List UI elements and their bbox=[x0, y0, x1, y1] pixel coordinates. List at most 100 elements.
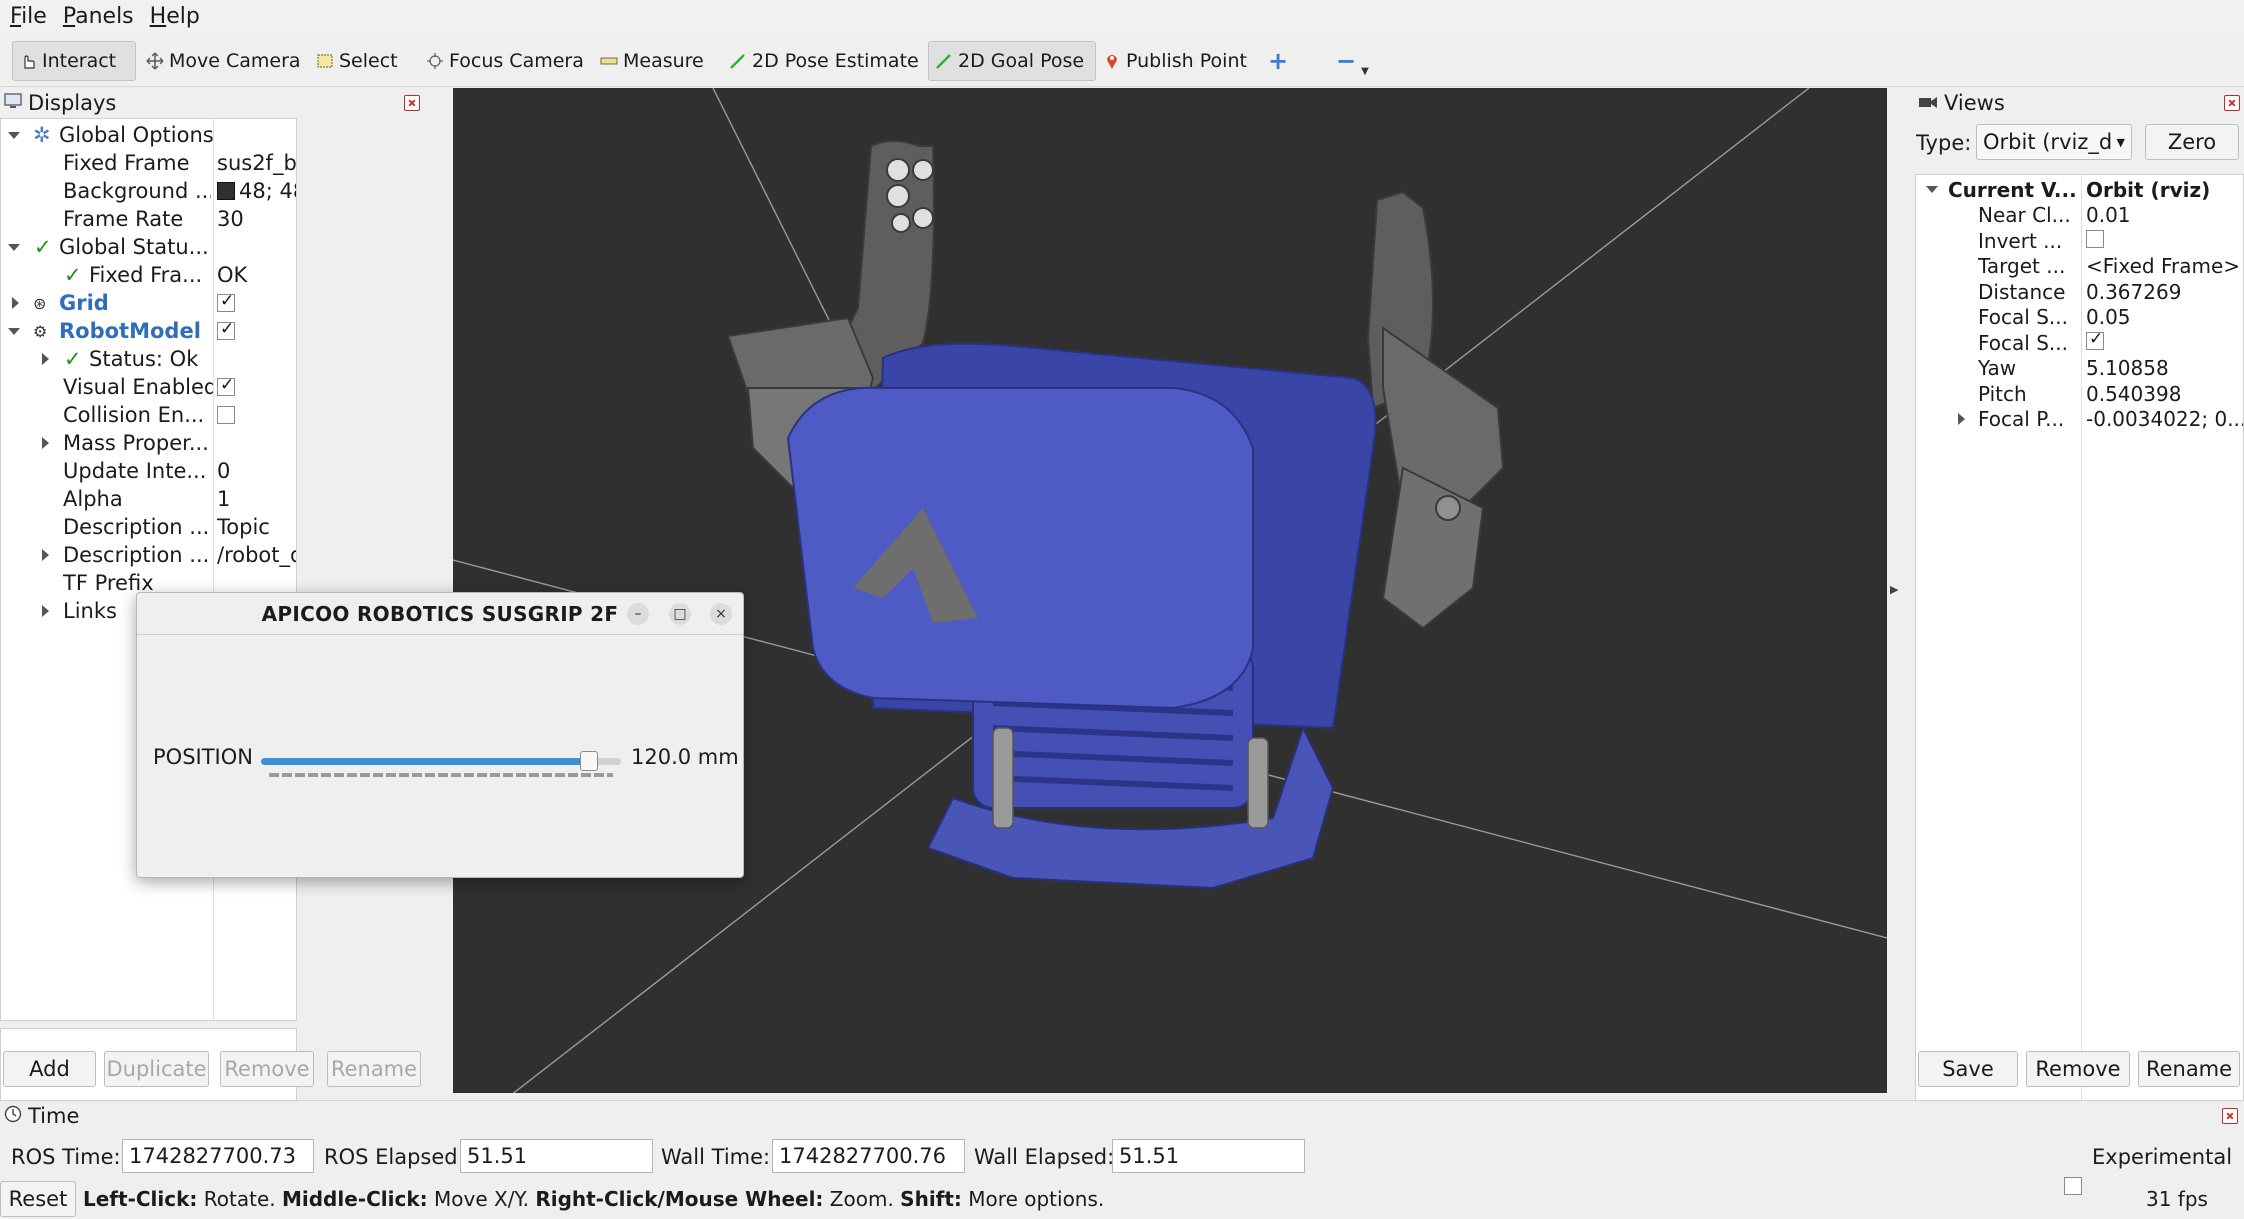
close-icon[interactable] bbox=[404, 95, 420, 111]
expand-arrow-icon[interactable] bbox=[1926, 186, 1938, 194]
close-icon[interactable] bbox=[2222, 1108, 2238, 1124]
view-row-current[interactable]: Current V... Orbit (rviz) bbox=[1916, 177, 2243, 203]
grid-icon: ⊛ bbox=[33, 293, 47, 313]
slider-label: POSITION bbox=[153, 745, 253, 769]
reset-button[interactable]: Reset bbox=[0, 1181, 76, 1217]
view-type-select[interactable]: Orbit (rviz_d ▼ bbox=[1976, 124, 2132, 160]
hand-cursor-icon bbox=[19, 52, 37, 70]
close-icon[interactable] bbox=[2224, 95, 2240, 111]
expand-arrow-icon[interactable] bbox=[8, 327, 20, 335]
add-display-button[interactable]: Add bbox=[3, 1051, 96, 1087]
tree-row-visual-enabled[interactable]: Visual Enabled bbox=[1, 373, 296, 401]
tree-row-frame-rate[interactable]: Frame Rate 30 bbox=[1, 205, 296, 233]
grid-enabled-checkbox[interactable] bbox=[217, 291, 235, 312]
displays-tree: ✲ Global Options Fixed Frame sus2f_base_… bbox=[0, 118, 297, 1021]
tree-row-status-ok[interactable]: ✓ Status: Ok bbox=[1, 345, 296, 373]
rename-display-button[interactable]: Rename bbox=[327, 1051, 421, 1087]
experimental-checkbox[interactable] bbox=[2064, 1177, 2082, 1195]
green-arrow-icon bbox=[729, 52, 747, 70]
expand-arrow-icon[interactable] bbox=[8, 243, 20, 251]
collapse-arrow-icon[interactable] bbox=[42, 437, 49, 449]
wall-elapsed-field[interactable]: 51.51 bbox=[1112, 1139, 1305, 1173]
maximize-button[interactable]: □ bbox=[669, 603, 691, 625]
tree-row-grid[interactable]: ⊛ Grid bbox=[1, 289, 296, 317]
remove-tool-button[interactable]: − ▼ bbox=[1330, 41, 1375, 81]
remove-display-button[interactable]: Remove bbox=[220, 1051, 314, 1087]
zero-view-button[interactable]: Zero bbox=[2145, 124, 2239, 160]
menu-help[interactable]: Help bbox=[150, 4, 200, 29]
invert-z-checkbox[interactable] bbox=[2086, 229, 2104, 248]
remove-view-button[interactable]: Remove bbox=[2026, 1051, 2130, 1087]
move-camera-tool[interactable]: Move Camera bbox=[140, 41, 307, 81]
plus-icon: + bbox=[1268, 47, 1289, 75]
checkmark-icon: ✓ bbox=[64, 347, 82, 371]
collapse-arrow-icon[interactable] bbox=[12, 297, 19, 309]
ruler-icon bbox=[600, 52, 618, 70]
color-swatch[interactable] bbox=[217, 182, 235, 200]
tree-row-description-topic[interactable]: Description ... /robot_description bbox=[1, 541, 296, 569]
menu-panels[interactable]: Panels bbox=[63, 4, 134, 29]
focus-camera-tool[interactable]: Focus Camera bbox=[420, 41, 590, 81]
duplicate-display-button[interactable]: Duplicate bbox=[104, 1051, 209, 1087]
collapse-arrow-icon[interactable] bbox=[42, 353, 49, 365]
tree-row-robot-model[interactable]: ⚙ RobotModel bbox=[1, 317, 296, 345]
tree-row-mass-properties[interactable]: Mass Proper... bbox=[1, 429, 296, 457]
view-row-focal-shape[interactable]: Focal S... bbox=[1916, 330, 2243, 356]
select-tool[interactable]: Select bbox=[310, 41, 404, 81]
position-slider[interactable] bbox=[261, 748, 621, 778]
collapse-right-panel-handle[interactable]: ▶ bbox=[1888, 88, 1902, 1093]
view-row-near-clip[interactable]: Near Cl... 0.01 bbox=[1916, 202, 2243, 228]
wall-time-field[interactable]: 1742827700.76 bbox=[772, 1139, 965, 1173]
view-row-focal-size[interactable]: Focal S... 0.05 bbox=[1916, 304, 2243, 330]
checkmark-icon: ✓ bbox=[64, 263, 82, 287]
time-title-bar: Time bbox=[0, 1101, 2244, 1131]
robot-arm-icon: ⚙ bbox=[33, 321, 48, 341]
camera-icon bbox=[1918, 91, 1938, 115]
focal-shape-checkbox[interactable] bbox=[2086, 331, 2104, 350]
menu-file[interactable]: File bbox=[10, 4, 47, 29]
collision-enabled-checkbox[interactable] bbox=[217, 406, 235, 424]
view-row-pitch[interactable]: Pitch 0.540398 bbox=[1916, 381, 2243, 407]
toolbar: Interact Move Camera Select Focus Camera… bbox=[0, 33, 2244, 87]
dialog-title-bar[interactable]: APICOO ROBOTICS SUSGRIP 2F bbox=[137, 593, 743, 635]
measure-tool[interactable]: Measure bbox=[594, 41, 710, 81]
tree-row-background[interactable]: Background ... 48; 48; 48 bbox=[1, 177, 296, 205]
save-view-button[interactable]: Save bbox=[1918, 1051, 2018, 1087]
tree-row-fixed-frame-status[interactable]: ✓ Fixed Fra... OK bbox=[1, 261, 296, 289]
expand-arrow-icon[interactable] bbox=[8, 131, 20, 139]
collapse-arrow-icon[interactable] bbox=[42, 605, 49, 617]
dropdown-arrow-icon: ▼ bbox=[2116, 135, 2125, 149]
joint-state-dialog: APICOO ROBOTICS SUSGRIP 2F – □ × POSITIO… bbox=[136, 592, 744, 878]
tree-row-global-options[interactable]: ✲ Global Options bbox=[1, 121, 296, 149]
view-row-focal-point[interactable]: Focal P... -0.0034022; 0... bbox=[1916, 406, 2243, 432]
pose-estimate-tool[interactable]: 2D Pose Estimate bbox=[723, 41, 925, 81]
rename-view-button[interactable]: Rename bbox=[2138, 1051, 2240, 1087]
view-row-invert[interactable]: Invert ... bbox=[1916, 228, 2243, 254]
goal-pose-tool[interactable]: 2D Goal Pose bbox=[928, 41, 1096, 81]
robot-model-enabled-checkbox[interactable] bbox=[217, 319, 235, 340]
green-arrow-icon bbox=[935, 52, 953, 70]
collapse-arrow-icon[interactable] bbox=[1958, 412, 1965, 425]
menu-bar: File Panels Help bbox=[0, 0, 2244, 33]
view-row-yaw[interactable]: Yaw 5.10858 bbox=[1916, 355, 2243, 381]
add-tool-button[interactable]: + bbox=[1262, 41, 1294, 81]
view-row-target-frame[interactable]: Target ... <Fixed Frame> bbox=[1916, 253, 2243, 279]
minimize-button[interactable]: – bbox=[627, 603, 649, 625]
3d-render-viewport[interactable] bbox=[453, 88, 1887, 1093]
tree-row-fixed-frame[interactable]: Fixed Frame sus2f_base_link bbox=[1, 149, 296, 177]
tree-row-description-source[interactable]: Description ... Topic bbox=[1, 513, 296, 541]
tree-row-alpha[interactable]: Alpha 1 bbox=[1, 485, 296, 513]
close-button[interactable]: × bbox=[710, 603, 732, 625]
view-row-distance[interactable]: Distance 0.367269 bbox=[1916, 279, 2243, 305]
interact-tool[interactable]: Interact bbox=[12, 41, 136, 81]
collapse-arrow-icon[interactable] bbox=[42, 549, 49, 561]
visual-enabled-checkbox[interactable] bbox=[217, 375, 235, 396]
tree-row-global-status[interactable]: ✓ Global Statu... bbox=[1, 233, 296, 261]
publish-point-tool[interactable]: Publish Point bbox=[1097, 41, 1253, 81]
tree-row-update-interval[interactable]: Update Inte... 0 bbox=[1, 457, 296, 485]
ros-elapsed-field[interactable]: 51.51 bbox=[460, 1139, 653, 1173]
slider-handle[interactable] bbox=[579, 751, 598, 771]
tree-row-collision-enabled[interactable]: Collision En... bbox=[1, 401, 296, 429]
slider-value: 120.0 mm bbox=[631, 745, 739, 769]
ros-time-field[interactable]: 1742827700.73 bbox=[122, 1139, 314, 1173]
